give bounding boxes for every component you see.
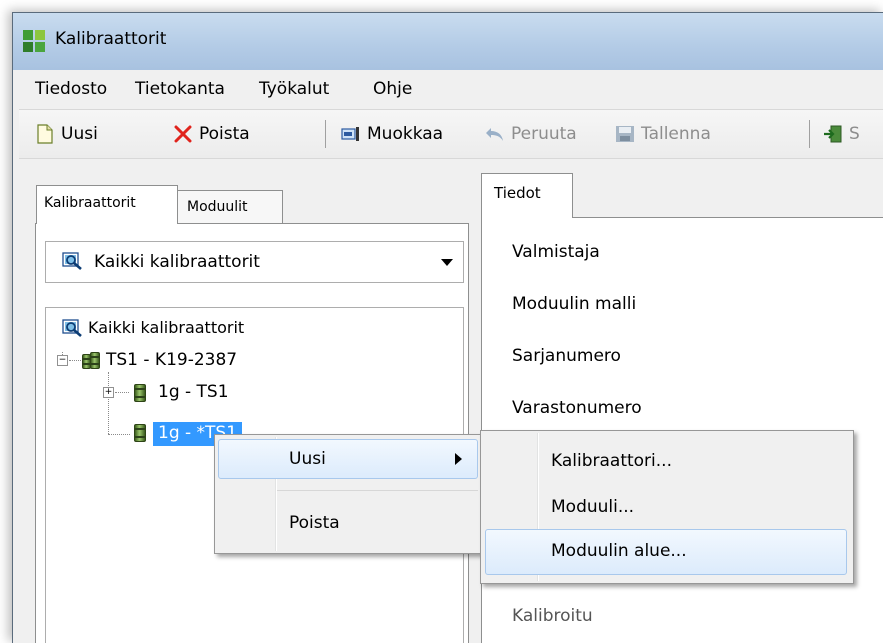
module-can-icon — [134, 384, 146, 402]
tab-kalibraattorit[interactable]: Kalibraattorit — [36, 185, 178, 224]
filter-selected-text: Kaikki kalibraattorit — [94, 252, 260, 272]
menu-divider — [277, 490, 478, 491]
title-bar: Kalibraattorit — [13, 13, 883, 70]
context-uusi-highlight — [218, 439, 478, 479]
window-title: Kalibraattorit — [55, 29, 167, 49]
select-button[interactable]: S — [823, 122, 860, 146]
toolbar-separator-2 — [809, 120, 810, 148]
undo-icon — [485, 124, 505, 144]
tree-connector — [108, 372, 109, 434]
module-can-icon — [134, 424, 146, 442]
save-button[interactable]: Tallenna — [615, 122, 711, 146]
edit-button-label: Muokkaa — [367, 124, 444, 144]
delete-x-icon — [173, 124, 193, 144]
field-varastonumero: Varastonumero — [512, 398, 642, 418]
menu-ohje[interactable]: Ohje — [373, 79, 412, 99]
context-menu: Uusi Poista — [214, 434, 482, 554]
tab-moduulit-label: Moduulit — [187, 199, 248, 215]
tree-connector — [108, 434, 130, 435]
filter-combobox[interactable]: Kaikki kalibraattorit — [45, 241, 464, 283]
new-button-label: Uusi — [61, 124, 98, 144]
select-button-label: S — [849, 124, 860, 144]
submenu-item-kalibraattori[interactable]: Kalibraattori... — [551, 451, 672, 471]
tab-tiedot-label: Tiedot — [494, 184, 541, 202]
tab-kalibraattorit-label: Kalibraattorit — [44, 195, 136, 211]
calibrator-cans-icon — [82, 352, 100, 370]
tree-root-node[interactable]: Kaikki kalibraattorit — [88, 318, 244, 337]
delete-button-label: Poista — [199, 124, 250, 144]
field-kalibroitu: Kalibroitu — [512, 606, 593, 626]
field-valmistaja: Valmistaja — [512, 242, 600, 262]
submenu-item-moduuli[interactable]: Moduuli... — [551, 497, 634, 517]
exit-door-icon — [823, 124, 843, 144]
tree-calibrator-node[interactable]: TS1 - K19-2387 — [106, 350, 237, 370]
chevron-right-icon — [455, 453, 462, 465]
menu-bar: Tiedosto Tietokanta Työkalut Ohje — [19, 71, 883, 108]
toolbar: Uusi Poista Muokkaa Peruuta Tallenna S — [19, 109, 883, 159]
toolbar-separator — [325, 120, 326, 148]
save-button-label: Tallenna — [641, 124, 711, 144]
chevron-down-icon[interactable] — [441, 259, 453, 266]
save-icon — [615, 124, 635, 144]
cancel-button[interactable]: Peruuta — [485, 122, 577, 146]
tree-connector — [115, 392, 129, 393]
delete-button[interactable]: Poista — [173, 122, 250, 146]
menu-tiedosto[interactable]: Tiedosto — [35, 79, 107, 99]
magnifier-icon — [62, 318, 84, 338]
menu-tietokanta[interactable]: Tietokanta — [135, 79, 225, 99]
collapse-icon[interactable]: − — [57, 355, 68, 366]
app-icon — [23, 30, 45, 52]
context-item-poista[interactable]: Poista — [289, 513, 340, 533]
new-document-icon — [35, 124, 55, 144]
cancel-button-label: Peruuta — [511, 124, 577, 144]
menu-tyokalut[interactable]: Työkalut — [259, 79, 329, 99]
submenu: Kalibraattori... Moduuli... Moduulin alu… — [480, 430, 854, 584]
tree-module-node-1[interactable]: 1g - TS1 — [158, 382, 229, 402]
new-button[interactable]: Uusi — [35, 122, 98, 146]
expand-icon[interactable]: + — [103, 387, 114, 398]
field-moduulin-malli: Moduulin malli — [512, 294, 637, 314]
magnifier-icon — [62, 251, 84, 271]
edit-icon — [341, 124, 361, 144]
tab-moduulit[interactable]: Moduulit — [177, 190, 283, 224]
submenu-item-moduulin-alue[interactable]: Moduulin alue... — [551, 541, 687, 561]
edit-button[interactable]: Muokkaa — [341, 122, 443, 146]
field-sarjanumero: Sarjanumero — [512, 346, 621, 366]
tree-connector — [69, 360, 81, 361]
context-item-uusi[interactable]: Uusi — [289, 449, 326, 469]
tab-tiedot[interactable]: Tiedot — [481, 173, 573, 218]
left-pane: Kalibraattorit Moduulit Kaikki kalibraat… — [19, 159, 469, 643]
